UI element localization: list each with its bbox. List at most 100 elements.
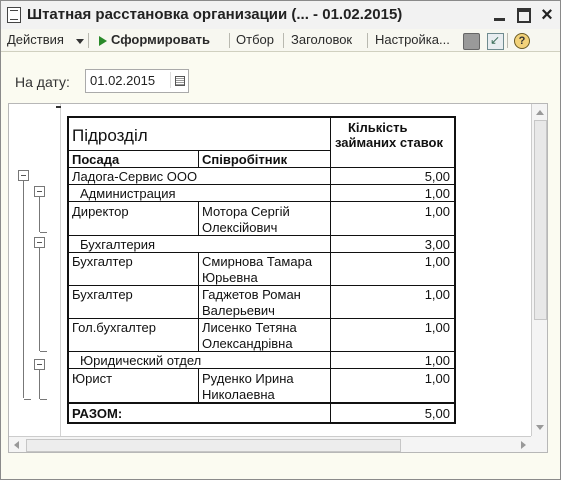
chevron-down-icon xyxy=(76,39,84,44)
group-end-tick xyxy=(24,399,31,400)
vertical-scrollbar[interactable] xyxy=(531,104,547,436)
lawyer-employee-line2: Николаевна xyxy=(202,387,275,402)
maximize-button[interactable] xyxy=(514,5,534,25)
window-title: Штатная расстановка организации (... - 0… xyxy=(27,6,403,23)
accounting-value: 3,00 xyxy=(424,237,450,252)
employee-header: Співробітник xyxy=(202,152,288,167)
scroll-left-icon[interactable] xyxy=(9,437,25,452)
play-icon xyxy=(99,36,107,46)
org-value: 5,00 xyxy=(424,169,450,184)
col-divider xyxy=(198,201,199,235)
row-divider xyxy=(69,184,454,185)
org-name: Ладога-Сервис ООО xyxy=(72,169,198,184)
close-button[interactable]: × xyxy=(537,5,557,25)
collapse-icon[interactable] xyxy=(34,359,45,370)
admin-value: 1,00 xyxy=(424,186,450,201)
spreadsheet-report[interactable]: Підрозділ Кількість займаних ставок Поса… xyxy=(8,103,548,453)
chief-employee-line1: Лисенко Тетяна xyxy=(202,320,297,335)
row-divider xyxy=(69,368,454,369)
row-divider xyxy=(69,167,454,168)
spreadsheet-icon xyxy=(7,7,21,23)
horizontal-scroll-thumb[interactable] xyxy=(26,439,401,452)
acc1-employee-line1: Смирнова Тамара xyxy=(202,254,313,269)
admin-name: Администрация xyxy=(80,186,176,201)
toolbar: Действия Сформировать Отбор Заголовок На… xyxy=(1,29,560,52)
accounting-name: Бухгалтерия xyxy=(80,237,156,252)
position-header: Посада xyxy=(72,152,120,167)
scroll-right-icon[interactable] xyxy=(515,437,531,452)
col-divider xyxy=(198,150,199,167)
calendar-icon xyxy=(175,76,185,86)
group-end-tick xyxy=(40,232,47,233)
rates-header-line1: Кількість xyxy=(348,120,408,135)
director-employee-line1: Мотора Сергій xyxy=(202,204,290,219)
minimize-button[interactable] xyxy=(490,5,510,25)
scroll-up-icon[interactable] xyxy=(532,104,547,120)
acc2-value: 1,00 xyxy=(424,287,450,302)
title-bar: Штатная расстановка организации (... - 0… xyxy=(1,1,560,30)
date-label: На дату: xyxy=(15,74,70,90)
date-field[interactable]: 01.02.2015 xyxy=(85,69,189,93)
legal-name: Юридический отдел xyxy=(80,353,202,368)
actions-menu[interactable]: Действия xyxy=(7,32,64,47)
export-icon[interactable] xyxy=(487,33,504,50)
vertical-scroll-thumb[interactable] xyxy=(534,120,547,320)
lawyer-position: Юрист xyxy=(72,371,113,386)
collapse-icon[interactable] xyxy=(18,170,29,181)
gutter-marker xyxy=(56,106,61,108)
total-value: 5,00 xyxy=(424,406,450,421)
scroll-corner xyxy=(531,436,547,452)
chief-position: Гол.бухгалтер xyxy=(72,320,157,335)
acc2-position: Бухгалтер xyxy=(72,287,133,302)
acc1-employee-line2: Юрьевна xyxy=(202,270,258,285)
date-value: 01.02.2015 xyxy=(90,73,156,88)
group-line xyxy=(39,192,40,232)
header-button[interactable]: Заголовок xyxy=(291,32,352,47)
report-window: Штатная расстановка организации (... - 0… xyxy=(0,0,561,480)
row-divider xyxy=(69,285,454,286)
selection-button[interactable]: Отбор xyxy=(236,32,274,47)
staff-table: Підрозділ Кількість займаних ставок Поса… xyxy=(67,116,456,424)
group-line xyxy=(39,366,40,399)
toolbar-separator xyxy=(229,33,230,48)
acc1-value: 1,00 xyxy=(424,254,450,269)
row-divider xyxy=(69,252,454,253)
group-end-tick xyxy=(40,351,47,352)
help-icon[interactable]: ? xyxy=(514,33,530,49)
lawyer-value: 1,00 xyxy=(424,371,450,386)
collapse-icon[interactable] xyxy=(34,237,45,248)
row-divider xyxy=(69,402,454,404)
rates-header-line2: займаних ставок xyxy=(335,135,443,150)
director-position: Директор xyxy=(72,204,129,219)
row-divider xyxy=(69,150,330,151)
printer-icon[interactable] xyxy=(463,33,480,50)
lawyer-employee-line1: Руденко Ирина xyxy=(202,371,294,386)
scroll-down-icon[interactable] xyxy=(532,420,547,436)
toolbar-separator xyxy=(367,33,368,48)
group-line xyxy=(23,177,24,398)
director-value: 1,00 xyxy=(424,204,450,219)
calendar-button[interactable] xyxy=(170,72,187,88)
director-employee-line2: Олексійович xyxy=(202,220,278,235)
toolbar-separator xyxy=(88,33,89,48)
chief-value: 1,00 xyxy=(424,320,450,335)
row-divider xyxy=(69,201,454,202)
generate-button[interactable]: Сформировать xyxy=(111,32,210,47)
division-header: Підрозділ xyxy=(72,126,148,145)
row-divider xyxy=(69,351,454,352)
group-end-tick xyxy=(40,399,47,400)
col-divider xyxy=(198,368,199,402)
settings-button[interactable]: Настройка... xyxy=(375,32,450,47)
acc2-employee-line1: Гаджетов Роман xyxy=(202,287,301,302)
toolbar-separator xyxy=(507,33,508,48)
grouping-gutter xyxy=(9,104,61,451)
col-divider xyxy=(198,252,199,351)
acc1-position: Бухгалтер xyxy=(72,254,133,269)
legal-value: 1,00 xyxy=(424,353,450,368)
chief-employee-line2: Олександрівна xyxy=(202,336,293,351)
total-label: РАЗОМ: xyxy=(72,406,123,421)
collapse-icon[interactable] xyxy=(34,186,45,197)
acc2-employee-line2: Валерьевич xyxy=(202,303,275,318)
horizontal-scrollbar[interactable] xyxy=(9,436,531,452)
col-divider xyxy=(330,118,331,422)
